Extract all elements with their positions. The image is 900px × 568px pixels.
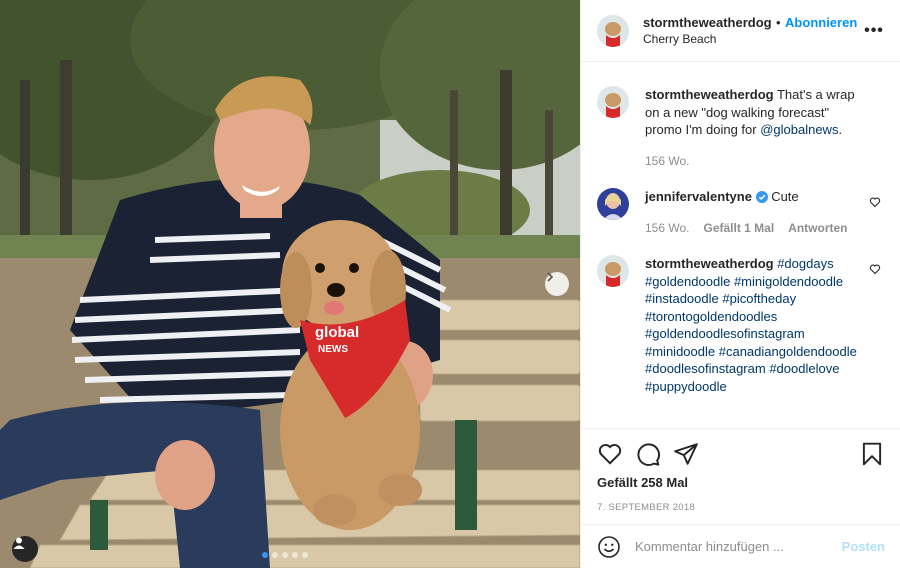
photo-illustration: global NEWS [0,0,580,568]
caption-body: stormtheweatherdog That's a wrap on a ne… [645,86,857,170]
comment-text: Cute [771,189,799,204]
post-comment-button[interactable]: Posten [842,539,885,554]
location-link[interactable]: Cherry Beach [643,31,862,48]
carousel-dots [262,552,308,558]
heart-icon[interactable] [597,441,623,467]
carousel-dot [272,552,278,558]
chevron-right-icon [547,272,554,282]
dog-avatar-icon [597,14,629,47]
verified-badge-icon [755,191,768,203]
avatar[interactable] [597,188,629,220]
person-avatar-icon [597,188,629,220]
caption-username[interactable]: stormtheweatherdog [645,87,774,102]
header-separator: • [776,14,781,30]
caption-text-end: . [838,122,843,137]
carousel-dot [282,552,288,558]
comment-username[interactable]: jennifervalentyne [645,189,752,204]
heart-icon[interactable] [869,263,881,275]
comment-username[interactable]: stormtheweatherdog [645,256,774,271]
hashtag-link[interactable]: #goldendoodle [645,274,730,289]
post-photo[interactable]: global NEWS [0,0,580,568]
comment-body: stormtheweatherdog #dogdays #goldendoodl… [645,255,857,395]
share-icon[interactable] [673,441,699,467]
hashtag-link[interactable]: #dogdays [777,256,833,271]
header-username[interactable]: stormtheweatherdog [643,15,772,30]
dog-avatar-icon [597,86,629,118]
caption-time[interactable]: 156 Wo. [645,153,689,171]
like-count[interactable]: Gefällt 258 Mal [597,475,885,490]
hashtag-link[interactable]: #puppydoodle [645,379,727,394]
comment-input[interactable] [635,539,842,554]
emoji-icon[interactable] [597,535,621,559]
comment-time[interactable]: 156 Wo. [645,220,689,238]
comment-likes[interactable]: Gefällt 1 Mal [703,220,774,238]
avatar[interactable] [597,255,629,287]
reply-button[interactable]: Antworten [788,220,847,238]
hashtag-link[interactable]: #goldendoodlesofinstagram [645,326,805,341]
comment: stormtheweatherdog #dogdays #goldendoodl… [597,255,885,395]
carousel-dot [302,552,308,558]
header-meta: stormtheweatherdog • Abonnieren Cherry B… [643,14,862,48]
hashtag-link[interactable]: #canadiangoldendoodle [719,344,857,359]
post-header: stormtheweatherdog • Abonnieren Cherry B… [581,0,900,62]
tagged-users-button[interactable] [12,536,38,562]
user-icon [13,537,25,549]
post-sidebar: stormtheweatherdog • Abonnieren Cherry B… [580,0,900,568]
heart-icon[interactable] [869,196,881,208]
hashtag-link[interactable]: #minigoldendoodle [734,274,843,289]
caption: stormtheweatherdog That's a wrap on a ne… [597,86,885,170]
mention-link[interactable]: @globalnews [760,122,838,137]
hashtag-link[interactable]: #doodlelove [769,361,839,376]
avatar[interactable] [597,86,629,118]
comment-body: jennifervalentyne Cute 156 Wo. Gefällt 1… [645,188,857,237]
follow-button[interactable]: Abonnieren [785,15,857,30]
hashtag-link[interactable]: #doodlesofinstagram [645,361,766,376]
bandana-text-2: NEWS [318,344,348,355]
hashtag-link[interactable]: #instadoodle [645,291,719,306]
hashtag-link[interactable]: #minidoodle [645,344,715,359]
comment-icon[interactable] [635,441,661,467]
bookmark-icon[interactable] [859,441,885,467]
bandana-text-1: global [315,324,359,341]
post-actions: Gefällt 258 Mal 7. SEPTEMBER 2018 [581,428,900,513]
more-options-button[interactable]: ••• [862,22,886,40]
comment-meta: 156 Wo. Gefällt 1 Mal Antworten [645,220,857,238]
action-bar [597,441,885,467]
carousel-dot [292,552,298,558]
hashtag-link[interactable]: #torontogoldendoodles [645,309,777,324]
hashtag-list: #dogdays #goldendoodle #minigoldendoodle… [645,256,857,394]
avatar[interactable] [597,14,629,47]
comments-list[interactable]: stormtheweatherdog That's a wrap on a ne… [581,62,900,428]
dog-avatar-icon [597,255,629,287]
carousel-dot [262,552,268,558]
carousel-next-button[interactable] [545,272,569,296]
hashtag-link[interactable]: #picoftheday [722,291,796,306]
post-date[interactable]: 7. SEPTEMBER 2018 [597,502,885,513]
comment-composer: Posten [581,524,900,568]
caption-meta: 156 Wo. [645,153,857,171]
comment: jennifervalentyne Cute 156 Wo. Gefällt 1… [597,188,885,237]
